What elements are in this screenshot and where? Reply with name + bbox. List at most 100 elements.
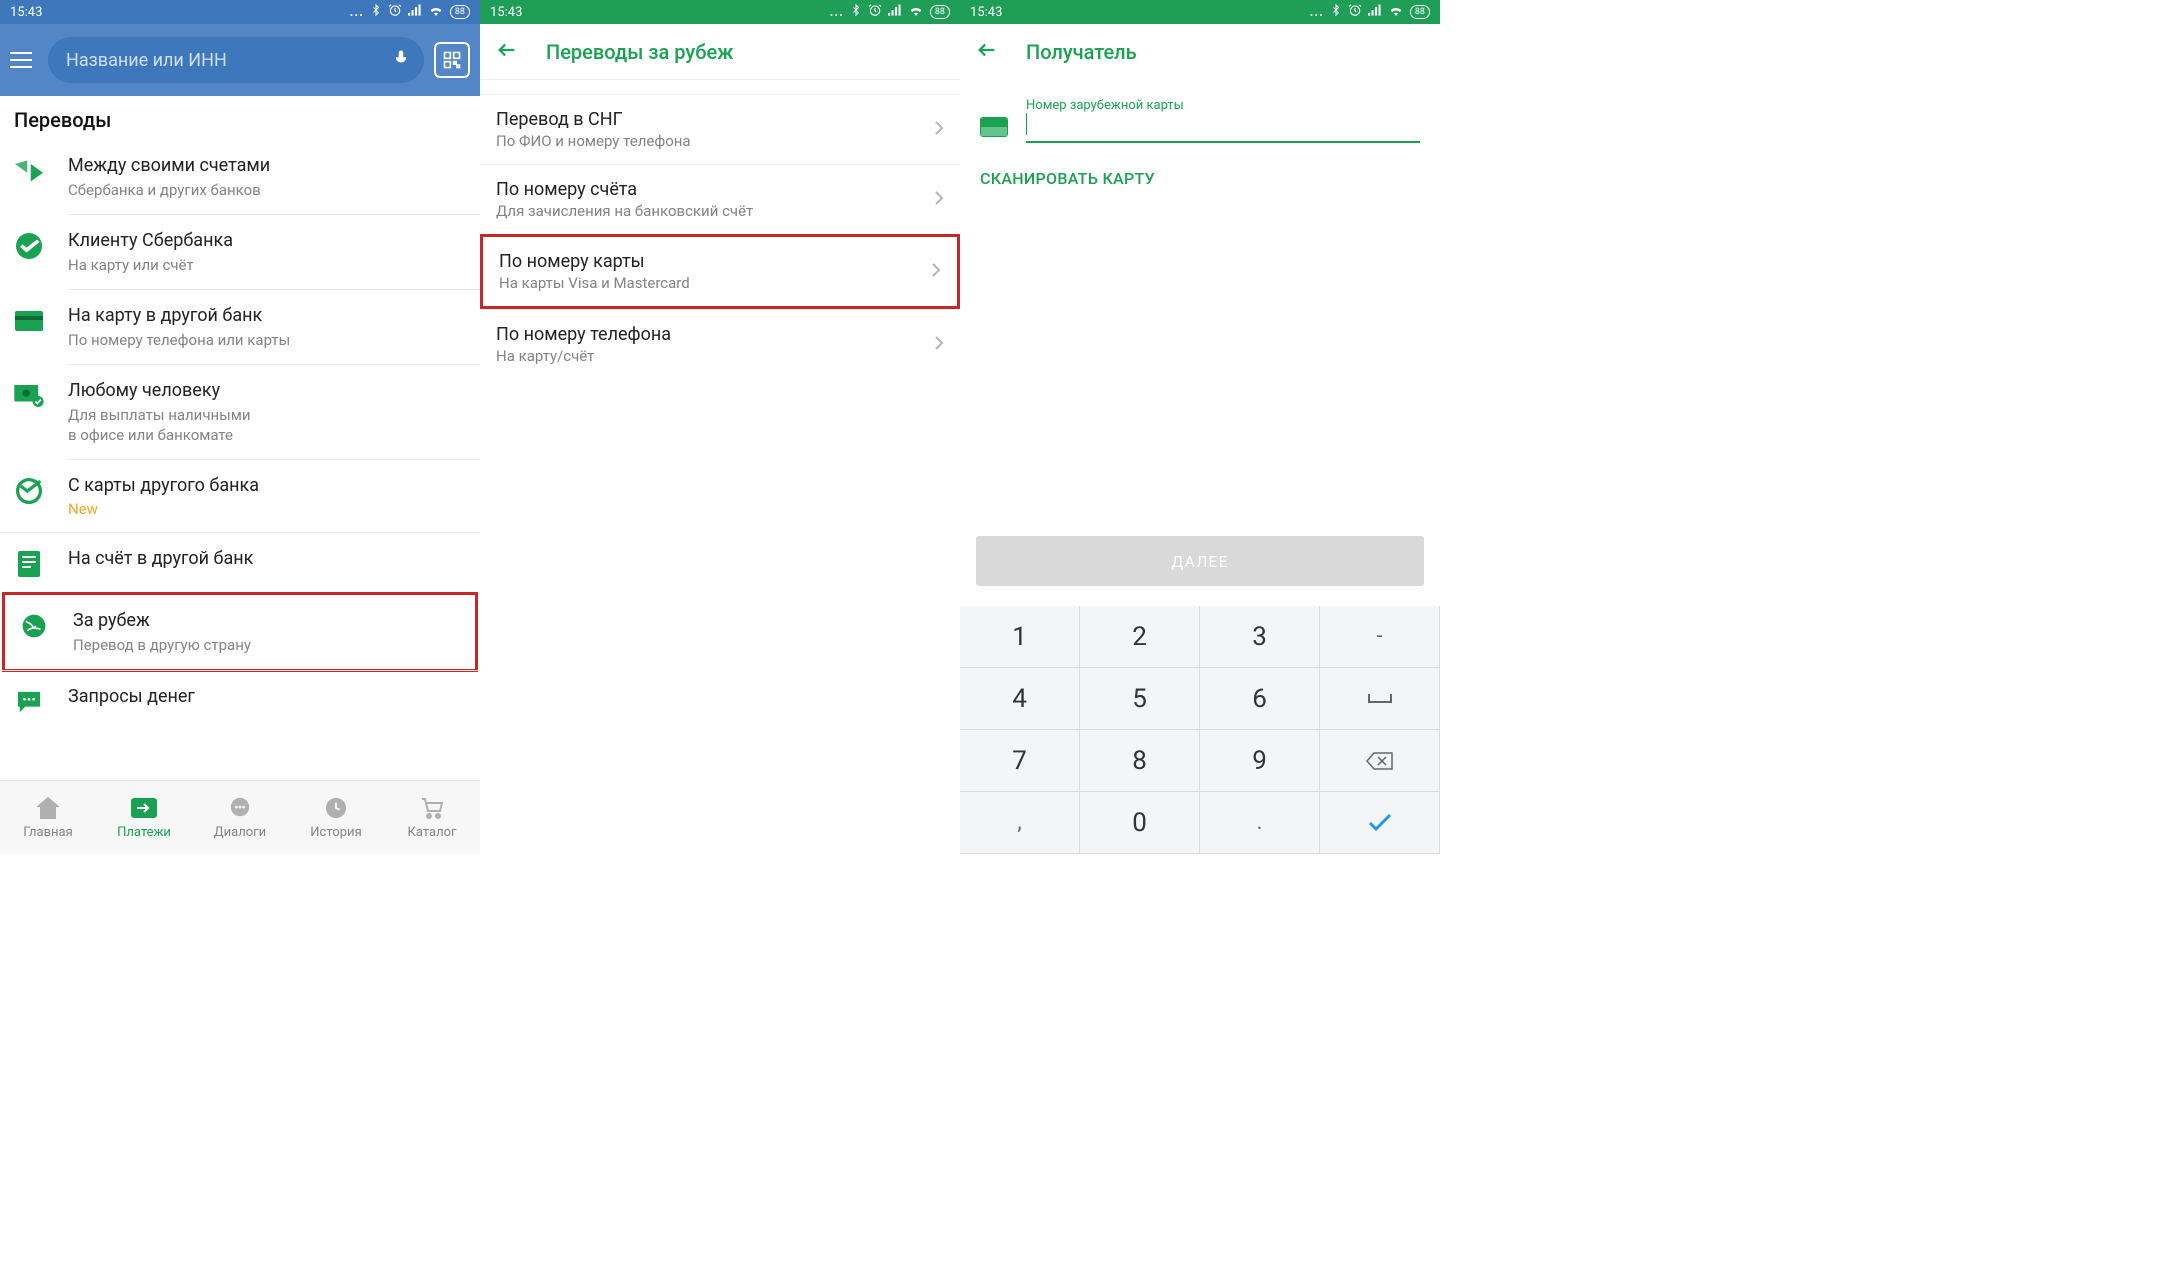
status-bar: 15:43 ... 88	[960, 0, 1440, 24]
status-right: ... 88	[350, 3, 470, 21]
cash-icon	[14, 381, 44, 411]
wifi-icon	[428, 4, 444, 20]
nav-home[interactable]: Главная	[0, 781, 96, 854]
card-field-row: Номер зарубежной карты	[960, 80, 1440, 143]
screen-recipient: 15:43 ... 88 Получатель Номер зарубежной…	[960, 0, 1440, 854]
status-right: ... 88	[1310, 3, 1430, 21]
item-by-phone[interactable]: По номеру телефонаНа карту/счёт	[480, 309, 960, 379]
bluetooth-icon	[1330, 3, 1342, 21]
search-placeholder: Название или ИНН	[66, 50, 227, 71]
wifi-icon	[1388, 4, 1404, 20]
header: Название или ИНН	[0, 24, 480, 96]
key-backspace[interactable]	[1320, 730, 1440, 792]
bluetooth-icon	[850, 3, 862, 21]
battery-icon: 88	[450, 5, 470, 19]
status-right: ... 88	[830, 3, 950, 21]
key-space[interactable]	[1320, 668, 1440, 730]
key-comma[interactable]: ,	[960, 792, 1080, 854]
battery-icon: 88	[1410, 5, 1430, 19]
mic-icon[interactable]	[392, 47, 410, 74]
alarm-icon	[868, 3, 882, 21]
battery-icon: 88	[930, 5, 950, 19]
next-button[interactable]: ДАЛЕЕ	[976, 536, 1424, 586]
item-anyone[interactable]: Любому человекуДля выплаты наличными в о…	[0, 365, 480, 459]
numeric-keypad: 1 2 3 - 4 5 6 7 8 9 , 0 .	[960, 606, 1440, 854]
key-dash[interactable]: -	[1320, 606, 1440, 668]
item-between-accounts[interactable]: Между своими счетамиСбербанка и других б…	[0, 140, 480, 214]
item-account-other-bank[interactable]: На счёт в другой банк	[0, 533, 480, 593]
bluetooth-icon	[370, 3, 382, 21]
key-7[interactable]: 7	[960, 730, 1080, 792]
clock-icon	[323, 795, 349, 821]
key-dot[interactable]: .	[1200, 792, 1320, 854]
key-9[interactable]: 9	[1200, 730, 1320, 792]
signal-icon	[888, 4, 902, 20]
arrow-icon	[131, 795, 157, 821]
item-from-other-bank[interactable]: С карты другого банкаNew	[0, 460, 480, 532]
item-by-account[interactable]: По номеру счётаДля зачисления на банковс…	[480, 164, 960, 234]
section-title: Переводы	[0, 96, 480, 140]
card-number-input[interactable]	[1026, 113, 1420, 143]
menu-icon[interactable]	[10, 46, 38, 74]
chevron-right-icon	[934, 120, 944, 140]
dots-icon: ...	[830, 5, 844, 20]
nav-catalog[interactable]: Каталог	[384, 781, 480, 854]
status-time: 15:43	[490, 5, 522, 20]
nav-history[interactable]: История	[288, 781, 384, 854]
card-icon	[14, 306, 44, 336]
home-icon	[35, 795, 61, 821]
status-bar: 15:43 ... 88	[480, 0, 960, 24]
cart-icon	[419, 795, 445, 821]
item-card-other-bank[interactable]: На карту в другой банкПо номеру телефона…	[0, 290, 480, 364]
qr-button[interactable]	[434, 42, 470, 78]
key-4[interactable]: 4	[960, 668, 1080, 730]
chevron-right-icon	[931, 262, 941, 282]
key-0[interactable]: 0	[1080, 792, 1200, 854]
key-2[interactable]: 2	[1080, 606, 1200, 668]
chevron-right-icon	[934, 190, 944, 210]
key-1[interactable]: 1	[960, 606, 1080, 668]
item-money-requests[interactable]: Запросы денег	[0, 671, 480, 731]
transfers-list: Между своими счетамиСбербанка и других б…	[0, 140, 480, 731]
field-label: Номер зарубежной карты	[1026, 98, 1420, 113]
alarm-icon	[388, 3, 402, 21]
back-icon[interactable]	[976, 39, 998, 65]
swap-icon	[14, 156, 44, 186]
alarm-icon	[1348, 3, 1362, 21]
key-done[interactable]	[1320, 792, 1440, 854]
screen-abroad: 15:43 ... 88 Переводы за рубеж Перевод в…	[480, 0, 960, 854]
dots-icon: ...	[1310, 5, 1324, 20]
nav-dialogs[interactable]: Диалоги	[192, 781, 288, 854]
sberbank-swirl-icon	[14, 476, 44, 506]
header: Получатель	[960, 24, 1440, 80]
back-icon[interactable]	[496, 39, 518, 65]
header: Переводы за рубеж	[480, 24, 960, 80]
document-icon	[14, 549, 44, 579]
item-by-card[interactable]: По номеру картыНа карты Visa и Mastercar…	[480, 234, 960, 309]
chat-icon	[14, 687, 44, 717]
key-8[interactable]: 8	[1080, 730, 1200, 792]
key-5[interactable]: 5	[1080, 668, 1200, 730]
item-cis[interactable]: Перевод в СНГПо ФИО и номеру телефона	[480, 94, 960, 164]
bottom-nav: Главная Платежи Диалоги История Каталог	[0, 780, 480, 854]
item-abroad[interactable]: За рубежПеревод в другую страну	[2, 592, 478, 672]
signal-icon	[1368, 4, 1382, 20]
signal-icon	[408, 4, 422, 20]
wifi-icon	[908, 4, 924, 20]
key-3[interactable]: 3	[1200, 606, 1320, 668]
key-6[interactable]: 6	[1200, 668, 1320, 730]
status-time: 15:43	[10, 5, 42, 20]
item-sberbank-client[interactable]: Клиенту СбербанкаНа карту или счёт	[0, 215, 480, 289]
dots-icon: ...	[350, 5, 364, 20]
chevron-right-icon	[934, 335, 944, 355]
globe-icon	[19, 611, 49, 641]
page-title: Получатель	[1026, 40, 1137, 64]
search-input[interactable]: Название или ИНН	[48, 37, 424, 83]
screen-transfers: 15:43 ... 88 Название или ИНН	[0, 0, 480, 854]
sberbank-icon	[14, 231, 44, 261]
chat-nav-icon	[227, 795, 253, 821]
status-time: 15:43	[970, 5, 1002, 20]
scan-card-button[interactable]: СКАНИРОВАТЬ КАРТУ	[960, 143, 1440, 214]
card-icon	[980, 117, 1008, 137]
nav-payments[interactable]: Платежи	[96, 781, 192, 854]
